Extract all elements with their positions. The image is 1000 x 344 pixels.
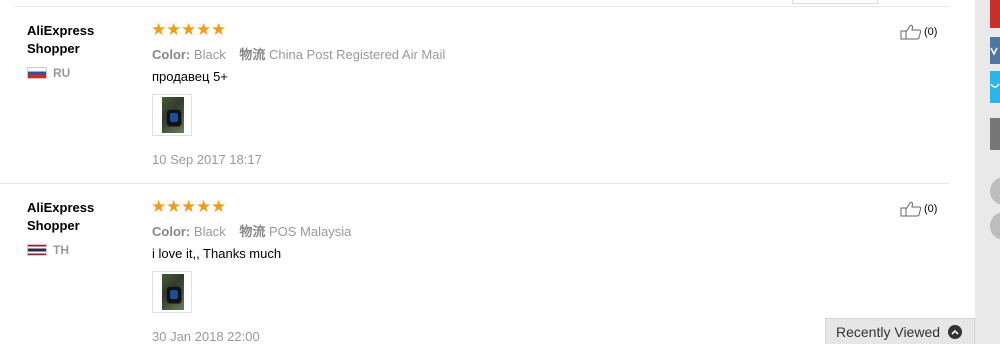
- reviewer-name: AliExpress Shopper: [27, 23, 95, 56]
- review-text: продавец 5+: [152, 69, 228, 84]
- shipping-label: 物流: [239, 47, 266, 62]
- review-text: i love it,, Thanks much: [152, 246, 282, 261]
- country-code: RU: [53, 66, 71, 80]
- star-rating: ★ ★ ★ ★ ★: [151, 198, 226, 215]
- star-icon: ★: [196, 197, 212, 216]
- thumbs-up-icon: [900, 24, 922, 40]
- star-icon: ★: [166, 197, 182, 216]
- reviewer-country: TH: [27, 243, 69, 257]
- twitter-icon: [990, 83, 1000, 88]
- helpful-button[interactable]: (0): [900, 24, 937, 40]
- share-button-more[interactable]: [990, 118, 1000, 150]
- country-code: TH: [53, 243, 69, 257]
- star-icon: ★: [211, 20, 227, 39]
- star-icon: ★: [196, 20, 212, 39]
- helpful-button[interactable]: (0): [900, 201, 937, 217]
- chevron-up-icon: [948, 324, 963, 339]
- vk-share-button[interactable]: [990, 37, 1000, 64]
- review-item: AliExpress Shopper RU ★ ★ ★ ★ ★ Color: Black…: [0, 7, 950, 184]
- sort-dropdown-edge[interactable]: [792, 0, 878, 4]
- review-date: 10 Sep 2017 18:17: [152, 152, 262, 167]
- color-value: Black: [193, 224, 226, 239]
- share-button-red[interactable]: [990, 0, 1000, 28]
- thumbs-up-icon: [900, 201, 922, 217]
- shipping-value: POS Malaysia: [268, 224, 352, 239]
- star-icon: ★: [151, 197, 167, 216]
- flag-ru-icon: [27, 67, 47, 79]
- recently-viewed-tab[interactable]: Recently Viewed: [825, 318, 975, 344]
- star-icon: ★: [181, 20, 197, 39]
- review-date: 30 Jan 2018 22:00: [152, 329, 260, 344]
- feedback-list: AliExpress Shopper RU ★ ★ ★ ★ ★ Color: Black…: [0, 0, 950, 344]
- order-attributes: Color: Black 物流 POS Malaysia: [152, 221, 351, 240]
- helpful-count: (0): [924, 203, 938, 215]
- color-value: Black: [193, 47, 226, 62]
- shipping-value: China Post Registered Air Mail: [268, 47, 446, 62]
- star-icon: ★: [166, 20, 182, 39]
- color-label: Color:: [152, 224, 191, 239]
- review-photo-thumbnail[interactable]: [152, 271, 192, 313]
- reviewer-country: RU: [27, 66, 70, 80]
- vk-icon: [990, 47, 998, 56]
- star-icon: ★: [211, 197, 227, 216]
- star-icon: ★: [181, 197, 197, 216]
- star-icon: ★: [151, 20, 167, 39]
- review-photo-thumbnail[interactable]: [152, 94, 192, 136]
- flag-th-icon: [27, 244, 47, 256]
- review-item: AliExpress Shopper TH ★ ★ ★ ★ ★ Color: Black…: [0, 184, 950, 344]
- helpful-count: (0): [924, 26, 938, 38]
- twitter-share-button[interactable]: [990, 71, 1000, 103]
- recently-viewed-label: Recently Viewed: [836, 323, 941, 340]
- shipping-label: 物流: [239, 224, 266, 239]
- order-attributes: Color: Black 物流 China Post Registered Ai…: [152, 44, 445, 63]
- star-rating: ★ ★ ★ ★ ★: [151, 21, 226, 38]
- color-label: Color:: [152, 47, 191, 62]
- reviewer-name: AliExpress Shopper: [27, 200, 95, 233]
